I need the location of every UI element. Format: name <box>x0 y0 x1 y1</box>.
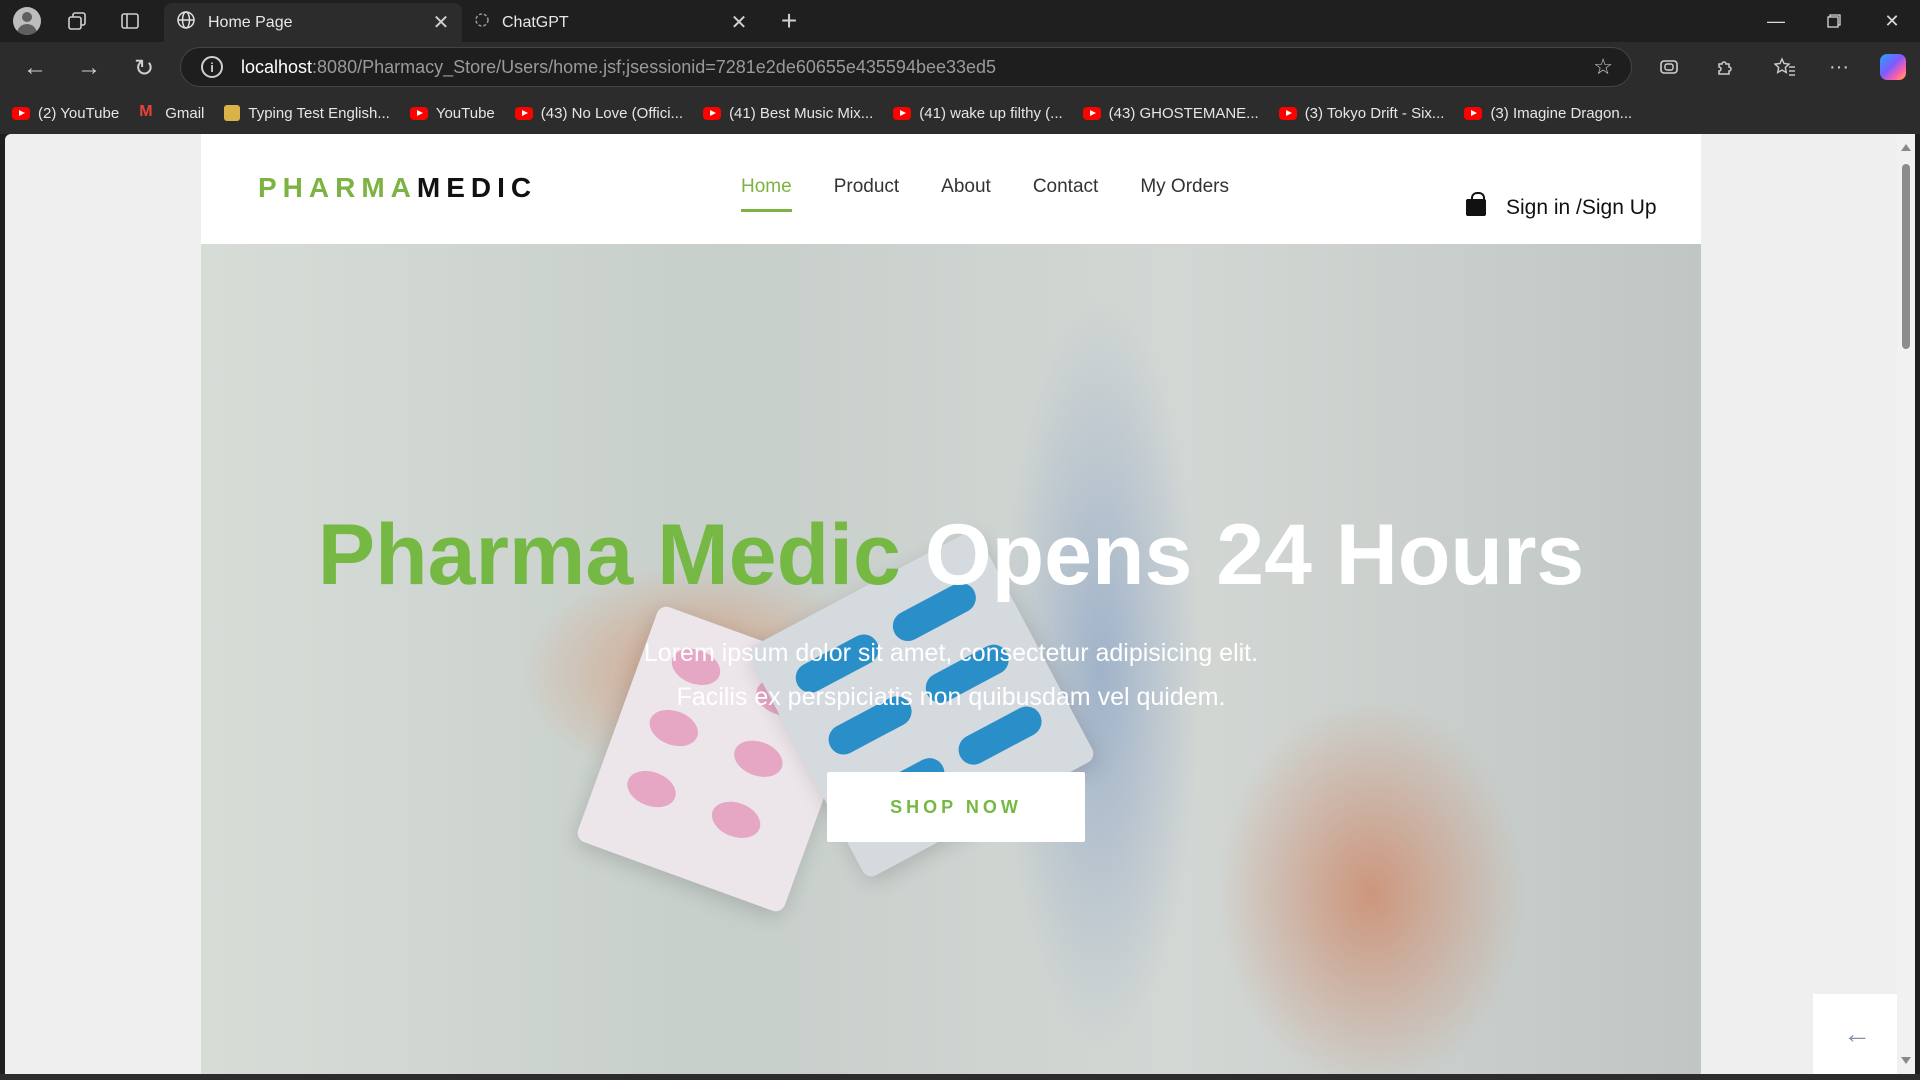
youtube-icon <box>12 106 30 120</box>
nav-about[interactable]: About <box>941 176 991 212</box>
tab-bar: Home Page ✕ ChatGPT ✕ + — ✕ <box>0 0 1920 42</box>
bookmark-label: Typing Test English... <box>248 104 390 122</box>
nav-home[interactable]: Home <box>741 176 792 212</box>
url-text: localhost:8080/Pharmacy_Store/Users/home… <box>241 57 996 78</box>
copilot-icon[interactable] <box>1878 52 1908 82</box>
nav-product[interactable]: Product <box>834 176 899 212</box>
site-header: PHARMAMEDIC Home Product About Contact M… <box>201 134 1701 244</box>
bookmark-item[interactable]: Typing Test English... <box>224 104 390 122</box>
tab-label: ChatGPT <box>502 13 569 31</box>
favorites-icon[interactable] <box>1770 52 1800 82</box>
extensions-icon[interactable] <box>1710 52 1740 82</box>
bookmark-item[interactable]: Gmail <box>139 103 205 122</box>
scrollbar-thumb[interactable] <box>1902 164 1910 349</box>
shop-now-button[interactable]: SHOP NOW <box>827 772 1085 842</box>
profile-icon[interactable] <box>12 6 42 36</box>
url-path: :8080/Pharmacy_Store/Users/home.jsf;jses… <box>312 56 997 77</box>
bookmark-item[interactable]: (43) GHOSTEMANE... <box>1082 104 1259 122</box>
tab-home-page[interactable]: Home Page ✕ <box>164 3 462 42</box>
scroll-up-arrow-icon[interactable] <box>1901 144 1911 151</box>
youtube-icon <box>893 106 912 120</box>
hero-title-rest: Opens 24 Hours <box>924 507 1585 603</box>
close-window-icon[interactable]: ✕ <box>1864 0 1920 42</box>
tab-actions-icon[interactable] <box>115 6 145 36</box>
favorite-star-icon[interactable]: ☆ <box>1593 54 1613 80</box>
chatgpt-icon <box>474 12 490 33</box>
split-screen-icon[interactable] <box>1654 52 1684 82</box>
restore-icon[interactable] <box>1806 0 1862 42</box>
shopping-bag-icon[interactable] <box>1466 192 1486 216</box>
back-icon[interactable]: ← <box>18 51 52 85</box>
minimize-icon[interactable]: — <box>1748 0 1804 42</box>
logo-part-1: PHARMA <box>258 172 417 203</box>
forward-icon[interactable]: → <box>72 51 106 85</box>
new-tab-icon[interactable]: + <box>774 5 804 36</box>
bookmark-item[interactable]: (2) YouTube <box>12 105 119 122</box>
tab-chatgpt[interactable]: ChatGPT ✕ <box>462 3 760 42</box>
typing-test-icon <box>224 105 241 121</box>
globe-icon <box>176 10 196 35</box>
hero-subtitle-line-1: Lorem ipsum dolor sit amet, consectetur … <box>643 639 1259 667</box>
back-arrow-icon[interactable]: ← <box>1813 994 1901 1074</box>
nav-my-orders[interactable]: My Orders <box>1140 176 1229 212</box>
youtube-icon <box>703 106 722 120</box>
site-logo[interactable]: PHARMAMEDIC <box>258 172 537 204</box>
main-nav: Home Product About Contact My Orders <box>741 176 1271 212</box>
window-bottom-edge <box>0 1074 1920 1080</box>
bookmark-label: (43) GHOSTEMANE... <box>1108 104 1259 122</box>
bookmark-label: (43) No Love (Offici... <box>540 104 684 122</box>
bookmark-label: (41) wake up filthy (... <box>919 104 1063 122</box>
hero-title: Pharma Medic Opens 24 Hours <box>201 506 1701 605</box>
youtube-icon <box>514 106 533 120</box>
nav-contact[interactable]: Contact <box>1033 176 1098 212</box>
youtube-icon <box>1278 106 1297 120</box>
bookmark-item[interactable]: (43) No Love (Offici... <box>514 104 684 122</box>
tab-label: Home Page <box>208 13 293 31</box>
bookmarks-bar: (2) YouTube Gmail Typing Test English...… <box>0 92 1920 134</box>
signin-link[interactable]: Sign in /Sign Up <box>1506 196 1657 220</box>
pharmacy-site: PHARMAMEDIC Home Product About Contact M… <box>201 134 1901 1074</box>
bookmark-item[interactable]: YouTube <box>409 104 495 122</box>
scroll-down-arrow-icon[interactable] <box>1901 1057 1911 1064</box>
bookmark-label: (41) Best Music Mix... <box>729 104 874 122</box>
site-info-icon[interactable]: i <box>201 56 223 78</box>
hero-subtitle-line-2: Facilis ex perspiciatis non quibusdam ve… <box>676 683 1226 711</box>
close-tab-icon[interactable]: ✕ <box>730 10 748 35</box>
logo-part-2: MEDIC <box>416 172 538 203</box>
page-viewport: PHARMAMEDIC Home Product About Contact M… <box>5 134 1902 1074</box>
page-scrollbar[interactable] <box>1897 134 1915 1074</box>
youtube-icon <box>409 106 428 120</box>
bookmark-item[interactable]: (41) wake up filthy (... <box>893 104 1063 122</box>
hero-banner: Pharma Medic Opens 24 Hours Lorem ipsum … <box>201 244 1701 1074</box>
gmail-icon <box>139 103 157 121</box>
bookmark-label: (3) Imagine Dragon... <box>1490 104 1633 122</box>
bookmark-label: (3) Tokyo Drift - Six... <box>1304 104 1445 122</box>
bookmark-item[interactable]: (3) Tokyo Drift - Six... <box>1278 104 1445 122</box>
bookmark-item[interactable]: (41) Best Music Mix... <box>703 105 873 122</box>
reload-icon[interactable]: ↻ <box>127 51 161 85</box>
youtube-icon <box>1082 106 1101 120</box>
bookmark-label: YouTube <box>435 104 495 122</box>
hero-title-brand: Pharma Medic <box>317 507 901 603</box>
address-bar-row: ← → ↻ i localhost:8080/Pharmacy_Store/Us… <box>0 42 1920 92</box>
address-input[interactable]: i localhost:8080/Pharmacy_Store/Users/ho… <box>180 47 1632 87</box>
bookmark-item[interactable]: (3) Imagine Dragon... <box>1464 105 1632 122</box>
youtube-icon <box>1464 106 1483 120</box>
more-menu-icon[interactable]: ··· <box>1824 52 1854 82</box>
url-host: localhost <box>241 56 313 77</box>
bookmark-label: Gmail <box>165 104 205 122</box>
bookmark-label: (2) YouTube <box>38 104 120 122</box>
workspaces-icon[interactable] <box>62 6 92 36</box>
close-tab-icon[interactable]: ✕ <box>432 10 450 35</box>
